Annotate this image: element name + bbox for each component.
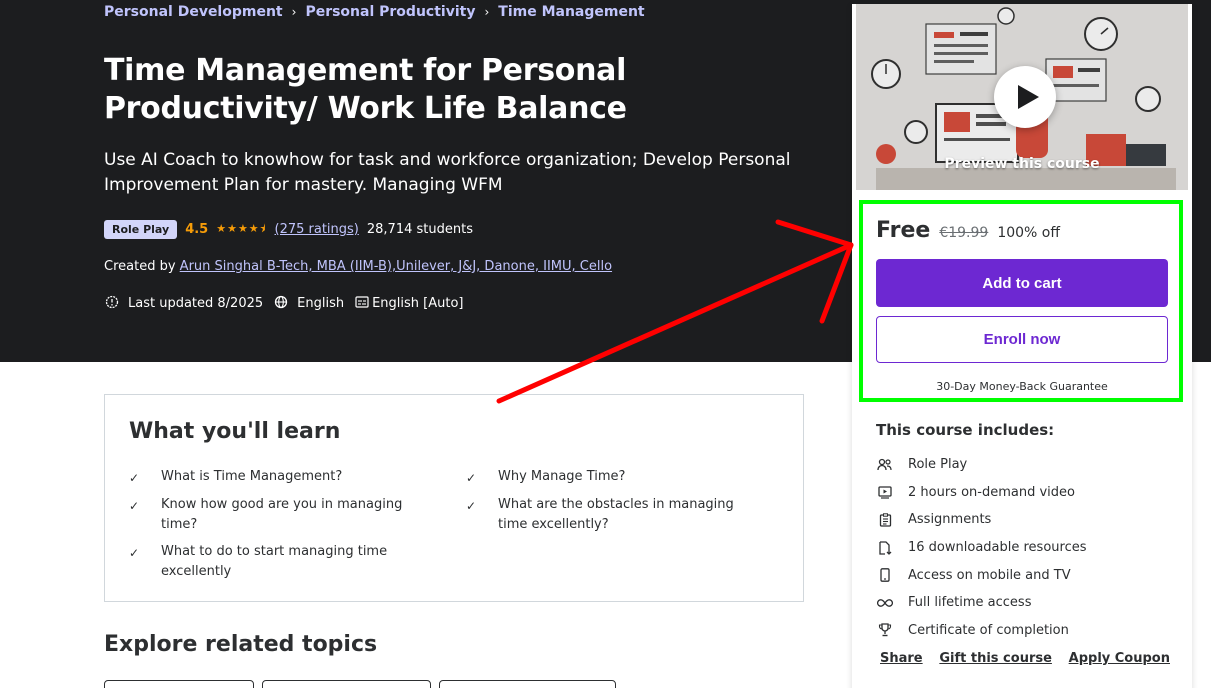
includes-item-label: Role Play (908, 457, 968, 473)
includes-item: Certificate of completion (876, 617, 1176, 645)
check-icon: ✓ (129, 499, 140, 513)
includes-item: Full lifetime access (876, 589, 1176, 617)
learn-title: What you'll learn (129, 419, 341, 444)
role-play-icon (876, 457, 894, 473)
includes-item: 2 hours on-demand video (876, 479, 1176, 507)
breadcrumb-personal-development[interactable]: Personal Development (104, 4, 283, 20)
play-button[interactable] (994, 66, 1056, 128)
created-by: Created by Arun Singhal B-Tech, MBA (IIM… (104, 259, 612, 274)
course-language: English (297, 296, 345, 311)
breadcrumb-time-management[interactable]: Time Management (498, 4, 644, 20)
apply-coupon-link[interactable]: Apply Coupon (1069, 651, 1170, 666)
video-icon (876, 484, 894, 500)
green-highlight-box (859, 200, 1183, 402)
trophy-icon (876, 622, 894, 638)
play-icon (1018, 85, 1039, 109)
learn-item-text: Why Manage Time? (498, 469, 626, 484)
course-preview[interactable]: Preview this course (856, 4, 1188, 190)
learn-item-text: What are the obstacles in managing time … (498, 497, 734, 532)
learn-item: ✓ What to do to start managing time exce… (129, 542, 419, 582)
related-topic-pill[interactable] (262, 680, 431, 688)
rating-row: Role Play 4.5 ★★★★⯨ (275 ratings) 28,714… (104, 220, 473, 239)
star-rating-icon: ★★★★⯨ (216, 222, 267, 235)
course-title: Time Management for Personal Productivit… (104, 53, 627, 126)
share-link[interactable]: Share (880, 651, 923, 666)
what-youll-learn: What you'll learn ✓ What is Time Managem… (104, 394, 804, 602)
related-topic-pill[interactable] (439, 680, 616, 688)
created-by-label: Created by (104, 259, 176, 274)
includes-title: This course includes: (876, 421, 1055, 439)
includes-item-label: 16 downloadable resources (908, 540, 1087, 556)
includes-item: 16 downloadable resources (876, 534, 1176, 562)
related-topic-pill[interactable] (104, 680, 254, 688)
check-icon: ✓ (466, 471, 477, 485)
learn-item: ✓ Why Manage Time? (466, 467, 781, 488)
includes-item-label: Full lifetime access (908, 595, 1032, 611)
includes-item-label: 2 hours on-demand video (908, 484, 1075, 500)
ratings-count-link[interactable]: (275 ratings) (275, 222, 359, 237)
learn-item-text: Know how good are you in managing time? (161, 497, 403, 532)
sidebar-links: Share Gift this course Apply Coupon (880, 651, 1170, 666)
preview-label: Preview this course (944, 156, 1100, 172)
gift-course-link[interactable]: Gift this course (939, 651, 1052, 666)
related-topics-title: Explore related topics (104, 632, 378, 657)
assignment-icon (876, 512, 894, 528)
includes-item-label: Access on mobile and TV (908, 567, 1071, 583)
learn-item-text: What is Time Management? (161, 469, 343, 484)
includes-item: Role Play (876, 451, 1176, 479)
rating-value: 4.5 (185, 222, 209, 237)
captions-icon (354, 296, 370, 311)
course-meta: Last updated 8/2025 English English [Aut… (104, 295, 464, 312)
includes-list: Role Play 2 hours on-demand video Assign… (876, 451, 1176, 644)
includes-item-label: Certificate of completion (908, 622, 1069, 638)
infinity-icon (876, 595, 894, 611)
role-play-badge: Role Play (104, 220, 178, 239)
check-icon: ✓ (129, 471, 140, 485)
students-count: 28,714 students (366, 222, 473, 237)
last-updated: Last updated 8/2025 (128, 296, 264, 311)
course-captions: English [Auto] (372, 296, 464, 311)
course-subtitle: Use AI Coach to knowhow for task and wor… (104, 150, 791, 195)
includes-item: Assignments (876, 506, 1176, 534)
globe-icon (273, 295, 289, 312)
course-page: Personal Development › Personal Producti… (0, 0, 1211, 688)
check-icon: ✓ (466, 499, 477, 513)
includes-item: Access on mobile and TV (876, 561, 1176, 589)
breadcrumb-personal-productivity[interactable]: Personal Productivity (305, 4, 475, 20)
chevron-right-icon: › (291, 5, 297, 19)
chevron-right-icon: › (484, 5, 490, 19)
breadcrumb: Personal Development › Personal Producti… (104, 4, 645, 20)
learn-item: ✓ What are the obstacles in managing tim… (466, 495, 766, 535)
author-link[interactable]: Arun Singhal B-Tech, MBA (IIM-B),Unileve… (180, 259, 612, 274)
learn-item: ✓ What is Time Management? (129, 467, 439, 488)
learn-item: ✓ Know how good are you in managing time… (129, 495, 439, 535)
mobile-icon (876, 567, 894, 583)
check-icon: ✓ (129, 546, 140, 560)
alert-badge-icon (104, 295, 120, 312)
learn-item-text: What to do to start managing time excell… (161, 544, 388, 579)
download-icon (876, 540, 894, 556)
includes-item-label: Assignments (908, 512, 992, 528)
